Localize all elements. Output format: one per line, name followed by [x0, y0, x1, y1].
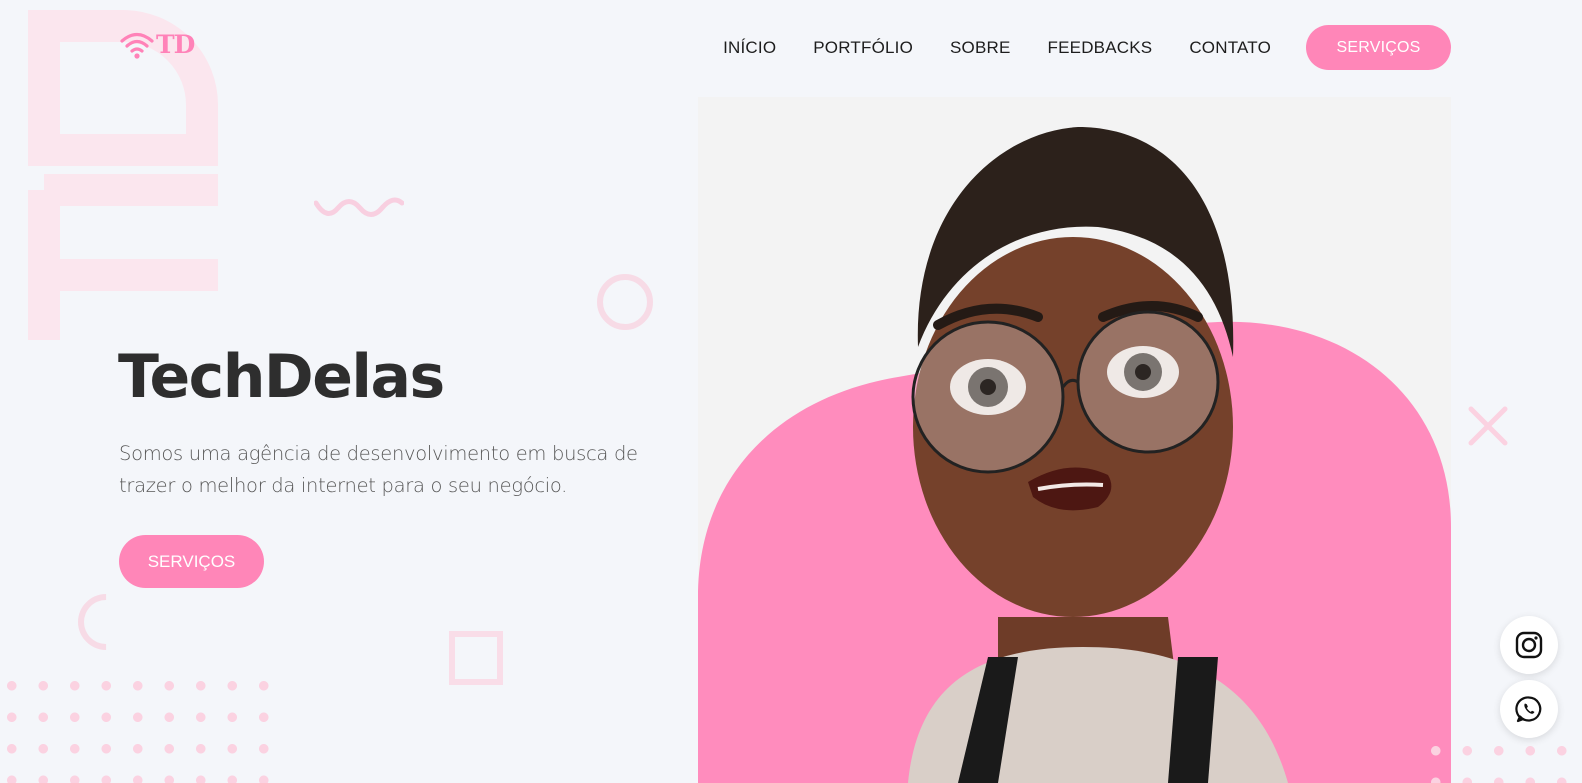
logo-text: TD	[156, 30, 195, 59]
logo[interactable]: TD	[120, 30, 195, 59]
arc-decoration	[66, 582, 146, 662]
hero-description: Somos uma agência de desenvolvimento em …	[119, 442, 638, 497]
hero-servicos-button[interactable]: SERVIÇOS	[119, 535, 264, 588]
dots-pattern-right	[1420, 735, 1582, 783]
circle-decoration	[597, 274, 653, 330]
x-decoration	[1468, 406, 1508, 446]
background-td-watermark	[28, 10, 218, 340]
instagram-button[interactable]	[1500, 616, 1558, 674]
nav-item-inicio[interactable]: INÍCIO	[723, 38, 776, 58]
hero-avatar-image	[698, 97, 1451, 783]
main-nav: INÍCIO PORTFÓLIO SOBRE FEEDBACKS CONTATO…	[723, 25, 1451, 70]
nav-item-portfolio[interactable]: PORTFÓLIO	[813, 38, 913, 58]
wifi-icon	[120, 32, 154, 59]
wave-decoration	[314, 197, 404, 217]
whatsapp-icon	[1515, 696, 1542, 723]
nav-servicos-button[interactable]: SERVIÇOS	[1306, 25, 1451, 70]
nav-item-sobre[interactable]: SOBRE	[950, 38, 1011, 58]
nav-item-contato[interactable]: CONTATO	[1189, 38, 1271, 58]
whatsapp-button[interactable]	[1500, 680, 1558, 738]
nav-item-feedbacks[interactable]: FEEDBACKS	[1048, 38, 1153, 58]
square-decoration	[449, 631, 503, 685]
hero-title: TechDelas	[118, 342, 445, 412]
instagram-icon	[1515, 631, 1543, 659]
dots-pattern-left	[0, 670, 280, 783]
